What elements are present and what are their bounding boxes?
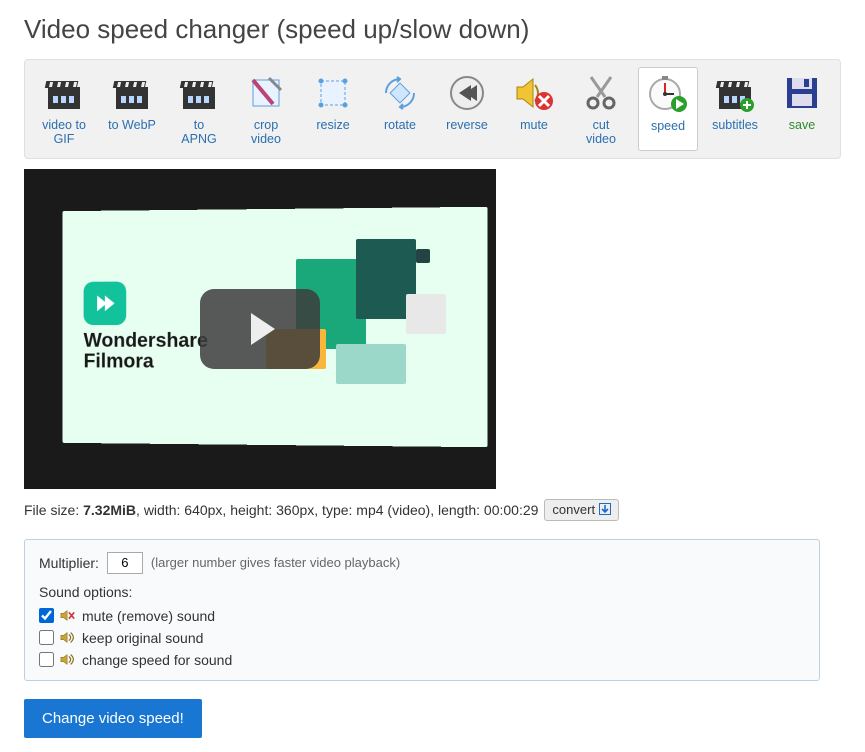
tool-label: mute [520,119,548,133]
resize-icon [311,71,355,115]
multiplier-input[interactable] [107,552,143,574]
multiplier-label: Multiplier: [39,555,99,571]
option-label: change speed for sound [82,652,232,668]
tool-label: video to GIF [39,119,89,147]
speaker-icon [60,652,76,667]
cut-video-icon [579,71,623,115]
subtitles-icon [713,71,757,115]
page-title: Video speed changer (speed up/slow down) [24,14,841,45]
option-label: keep original sound [82,630,203,646]
tool-label: rotate [384,119,416,133]
sound-options-heading: Sound options: [39,584,805,600]
download-icon [599,502,611,518]
options-panel: Multiplier: (larger number gives faster … [24,539,820,681]
filmora-logo-icon [84,281,127,324]
save-icon [780,71,824,115]
speaker-muted-icon [60,608,76,623]
rotate-icon [378,71,422,115]
option-mute-sound[interactable]: mute (remove) sound [39,608,805,624]
option-keep-sound[interactable]: keep original sound [39,630,805,646]
speaker-icon [60,630,76,645]
multiplier-hint: (larger number gives faster video playba… [151,555,400,570]
to-webp-icon [110,71,154,115]
tool-label: cut video [577,119,625,147]
tool-cut-video[interactable]: cut video [571,67,631,151]
tool-to-apng[interactable]: to APNG [169,67,229,151]
tool-reverse[interactable]: reverse [437,67,497,151]
tool-label: subtitles [712,119,758,133]
brand-label: Wondershare Filmora [84,330,208,372]
tool-label: save [789,119,815,133]
option-label: mute (remove) sound [82,608,215,624]
play-button[interactable] [200,289,320,369]
option-speedsound[interactable]: change speed for sound [39,652,805,668]
tool-save[interactable]: save [772,67,832,151]
file-meta: File size: 7.32MiB, width: 640px, height… [24,499,841,521]
tool-label: to APNG [175,119,223,147]
video-to-gif-icon [42,71,86,115]
tool-label: reverse [446,119,488,133]
tool-label: crop video [242,119,290,147]
checkbox-speedsound[interactable] [39,652,54,667]
tool-label: speed [651,120,685,134]
tool-rotate[interactable]: rotate [370,67,430,151]
reverse-icon [445,71,489,115]
crop-video-icon [244,71,288,115]
tool-resize[interactable]: resize [303,67,363,151]
change-speed-button[interactable]: Change video speed! [24,699,202,738]
tool-label: resize [316,119,349,133]
tool-speed[interactable]: speed [638,67,698,151]
checkbox-keep-sound[interactable] [39,630,54,645]
tool-video-to-gif[interactable]: video to GIF [33,67,95,151]
play-icon [251,313,275,345]
mute-icon [512,71,556,115]
tool-to-webp[interactable]: to WebP [102,67,162,151]
toolbar: video to GIF to WebP to APNG crop video re… [24,59,841,159]
tool-crop-video[interactable]: crop video [236,67,296,151]
tool-mute[interactable]: mute [504,67,564,151]
tool-label: to WebP [108,119,156,133]
convert-button[interactable]: convert [544,499,619,521]
checkbox-mute-sound[interactable] [39,608,54,623]
video-preview[interactable]: Wondershare Filmora [24,169,496,489]
to-apng-icon [177,71,221,115]
speed-icon [646,72,690,116]
tool-subtitles[interactable]: subtitles [705,67,765,151]
